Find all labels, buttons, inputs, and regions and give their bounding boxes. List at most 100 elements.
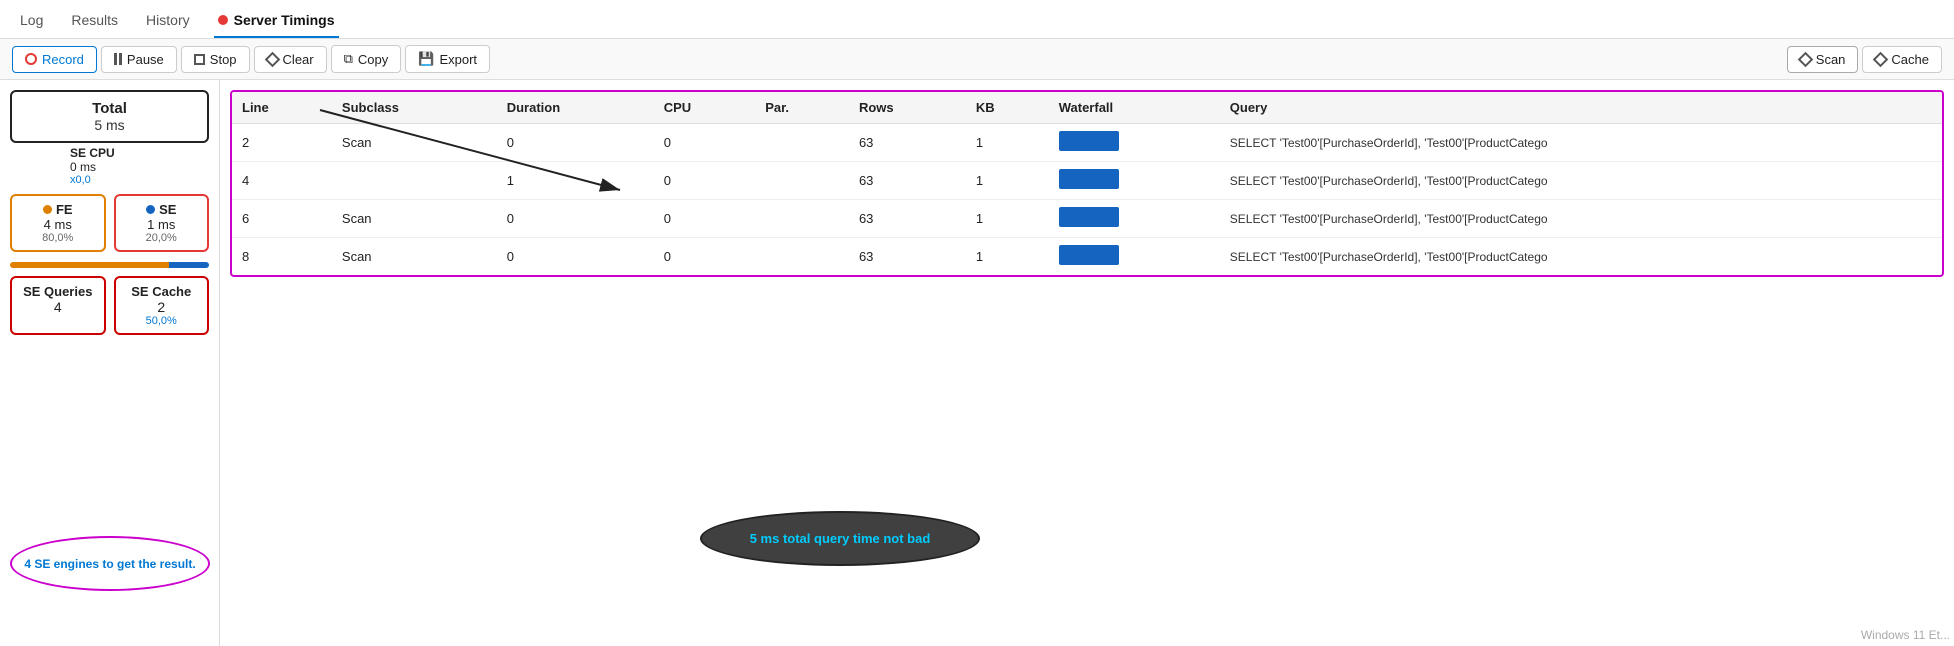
cell-waterfall xyxy=(1049,124,1220,162)
clear-button[interactable]: Clear xyxy=(254,46,327,73)
stop-icon xyxy=(194,54,205,65)
total-stat-box: Total 5 ms xyxy=(10,90,209,143)
cell-cpu: 0 xyxy=(654,200,755,238)
cell-query: SELECT 'Test00'[PurchaseOrderId], 'Test0… xyxy=(1220,162,1942,200)
se-pct: 20,0% xyxy=(124,232,200,244)
progress-fe-segment xyxy=(10,262,169,268)
pause-icon xyxy=(114,53,122,65)
progress-se-segment xyxy=(169,262,209,268)
se-stat-box: SE 1 ms 20,0% xyxy=(114,194,210,252)
tab-results[interactable]: Results xyxy=(67,6,122,38)
tab-history[interactable]: History xyxy=(142,6,194,38)
col-waterfall: Waterfall xyxy=(1049,92,1220,124)
copy-button[interactable]: ⧉ Copy xyxy=(331,45,402,73)
cell-subclass: Scan xyxy=(332,124,497,162)
total-value: 5 ms xyxy=(24,117,195,133)
export-icon: 💾 xyxy=(418,51,434,67)
cell-par xyxy=(755,162,849,200)
cache-button[interactable]: Cache xyxy=(1862,46,1942,73)
cell-par xyxy=(755,238,849,276)
cell-rows: 63 xyxy=(849,162,966,200)
waterfall-bar xyxy=(1059,207,1119,227)
se-dot xyxy=(146,205,155,214)
callout-2-text: 5 ms total query time not bad xyxy=(750,531,931,546)
windows-watermark: Windows 11 Et... xyxy=(1861,628,1950,642)
cell-subclass xyxy=(332,162,497,200)
total-label: Total xyxy=(24,100,195,117)
cache-icon xyxy=(1873,51,1889,67)
cell-query: SELECT 'Test00'[PurchaseOrderId], 'Test0… xyxy=(1220,124,1942,162)
col-kb: KB xyxy=(966,92,1049,124)
waterfall-bar xyxy=(1059,169,1119,189)
cell-duration: 0 xyxy=(497,238,654,276)
export-button[interactable]: 💾 Export xyxy=(405,45,490,73)
left-panel: Total 5 ms SE CPU 0 ms x0,0 FE 4 ms 80,0… xyxy=(0,80,220,646)
cell-rows: 63 xyxy=(849,124,966,162)
cell-par xyxy=(755,124,849,162)
right-panel: Line Subclass Duration CPU Par. Rows KB … xyxy=(220,80,1954,646)
cell-kb: 1 xyxy=(966,238,1049,276)
cell-subclass: Scan xyxy=(332,238,497,276)
copy-icon: ⧉ xyxy=(344,51,353,67)
recording-indicator xyxy=(218,15,228,25)
table-row[interactable]: 2 Scan 0 0 63 1 SELECT 'Test00'[Purchase… xyxy=(232,124,1942,162)
cell-line: 6 xyxy=(232,200,332,238)
fe-stat-box: FE 4 ms 80,0% xyxy=(10,194,106,252)
se-cache-value: 2 xyxy=(124,299,200,315)
cell-waterfall xyxy=(1049,238,1220,276)
col-cpu: CPU xyxy=(654,92,755,124)
cell-cpu: 0 xyxy=(654,238,755,276)
pause-button[interactable]: Pause xyxy=(101,46,177,73)
col-line: Line xyxy=(232,92,332,124)
se-label: SE xyxy=(124,202,200,217)
cpu-info: SE CPU 0 ms x0,0 xyxy=(70,146,209,186)
tab-server-timings[interactable]: Server Timings xyxy=(214,6,339,38)
cell-par xyxy=(755,200,849,238)
cpu-label: SE CPU xyxy=(70,146,209,160)
cell-query: SELECT 'Test00'[PurchaseOrderId], 'Test0… xyxy=(1220,238,1942,276)
col-par: Par. xyxy=(755,92,849,124)
scan-button[interactable]: Scan xyxy=(1787,46,1859,73)
cell-line: 2 xyxy=(232,124,332,162)
cell-cpu: 0 xyxy=(654,162,755,200)
se-queries-label: SE Queries xyxy=(20,284,96,299)
cell-cpu: 0 xyxy=(654,124,755,162)
se-queries-box: SE Queries 4 xyxy=(10,276,106,335)
progress-bar xyxy=(10,262,209,268)
cell-kb: 1 xyxy=(966,124,1049,162)
data-table-wrapper: Line Subclass Duration CPU Par. Rows KB … xyxy=(230,90,1944,277)
table-row[interactable]: 4 1 0 63 1 SELECT 'Test00'[PurchaseOrder… xyxy=(232,162,1942,200)
table-header-row: Line Subclass Duration CPU Par. Rows KB … xyxy=(232,92,1942,124)
annotation-callout-2: 5 ms total query time not bad xyxy=(700,511,980,566)
data-table: Line Subclass Duration CPU Par. Rows KB … xyxy=(232,92,1942,275)
se-value: 1 ms xyxy=(124,217,200,232)
toolbar: Record Pause Stop Clear ⧉ Copy 💾 Export … xyxy=(0,39,1954,80)
tab-log[interactable]: Log xyxy=(16,6,47,38)
table-row[interactable]: 6 Scan 0 0 63 1 SELECT 'Test00'[Purchase… xyxy=(232,200,1942,238)
cell-rows: 63 xyxy=(849,238,966,276)
cpu-sub: x0,0 xyxy=(70,174,209,186)
cell-duration: 0 xyxy=(497,124,654,162)
cell-duration: 1 xyxy=(497,162,654,200)
cell-query: SELECT 'Test00'[PurchaseOrderId], 'Test0… xyxy=(1220,200,1942,238)
cell-duration: 0 xyxy=(497,200,654,238)
fe-pct: 80,0% xyxy=(20,232,96,244)
col-duration: Duration xyxy=(497,92,654,124)
waterfall-bar xyxy=(1059,131,1119,151)
waterfall-bar xyxy=(1059,245,1119,265)
cell-line: 8 xyxy=(232,238,332,276)
col-rows: Rows xyxy=(849,92,966,124)
table-row[interactable]: 8 Scan 0 0 63 1 SELECT 'Test00'[Purchase… xyxy=(232,238,1942,276)
fe-label: FE xyxy=(20,202,96,217)
se-queries-value: 4 xyxy=(20,299,96,315)
cell-line: 4 xyxy=(232,162,332,200)
stop-button[interactable]: Stop xyxy=(181,46,250,73)
cell-rows: 63 xyxy=(849,200,966,238)
record-icon xyxy=(25,53,37,65)
record-button[interactable]: Record xyxy=(12,46,97,73)
col-subclass: Subclass xyxy=(332,92,497,124)
fe-value: 4 ms xyxy=(20,217,96,232)
se-cache-label: SE Cache xyxy=(124,284,200,299)
cell-subclass: Scan xyxy=(332,200,497,238)
se-cache-box: SE Cache 2 50,0% xyxy=(114,276,210,335)
